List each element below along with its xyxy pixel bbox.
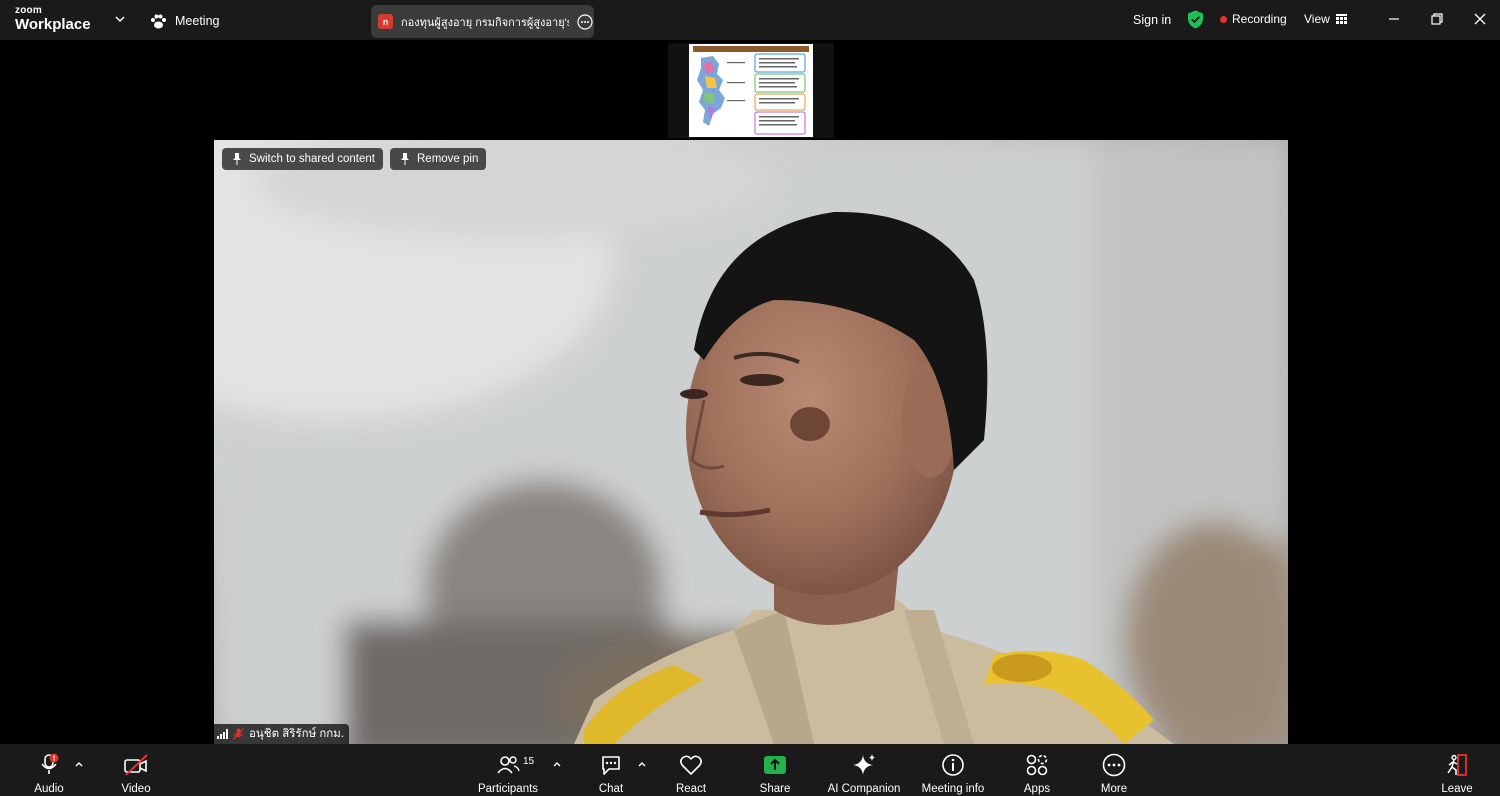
chat-button[interactable]: Chat [596, 744, 626, 796]
pinned-video-feed[interactable]: Switch to shared content Remove pin อนุช… [214, 140, 1288, 744]
recording-dot-icon [1220, 15, 1227, 23]
paw-icon [151, 14, 166, 28]
view-label: View [1304, 12, 1330, 26]
pin-icon [233, 153, 241, 165]
leave-label: Leave [1441, 783, 1473, 795]
share-button[interactable]: Share [758, 744, 792, 796]
video-label: Video [121, 783, 151, 795]
shared-screen-label: กองทุนผู้สูงอายุ กรมกิจการผู้สูงอายุ's s… [401, 16, 569, 29]
sign-in-button[interactable]: Sign in [1133, 0, 1171, 40]
react-label: React [675, 783, 707, 795]
remove-pin-button[interactable]: Remove pin [390, 148, 487, 170]
participant-count: 15 [523, 756, 535, 767]
switch-to-shared-content-label: Switch to shared content [249, 153, 375, 165]
leave-button[interactable]: Leave [1441, 744, 1473, 796]
document-image [693, 46, 809, 135]
switch-to-shared-content-button[interactable]: Switch to shared content [222, 148, 383, 170]
view-button[interactable]: View [1304, 0, 1347, 38]
sparkle-icon [853, 754, 875, 775]
audio-button[interactable]: Audio [33, 744, 65, 796]
chat-icon [602, 756, 620, 775]
info-icon [942, 754, 964, 776]
meeting-label: Meeting [175, 14, 220, 28]
more-label: More [1100, 783, 1128, 795]
apps-button[interactable]: Apps [1022, 744, 1052, 796]
chat-options-caret-icon[interactable] [637, 760, 647, 768]
ai-companion-label: AI Companion [827, 783, 901, 795]
shared-screen-tab[interactable]: ก กองทุนผู้สูงอายุ กรมกิจการผู้สูงอายุ's… [371, 5, 594, 38]
title-bar: zoom Workplace Meeting ก กองทุนผู้สูงอาย… [0, 0, 1500, 40]
brand-top-text: zoom [15, 5, 42, 16]
react-button[interactable]: React [675, 744, 707, 796]
meeting-info-button[interactable]: Meeting info [921, 744, 985, 796]
participants-label: Participants [477, 783, 539, 795]
participant-name-tag: อนุชิต สิริรักษ์ กกม. [214, 724, 350, 744]
recording-indicator[interactable]: Recording [1220, 0, 1287, 38]
more-options-icon[interactable] [577, 13, 593, 30]
shared-document-preview [689, 44, 813, 137]
brand-bottom-text: Workplace [15, 16, 91, 33]
share-label: Share [759, 783, 791, 795]
video-off-icon [124, 754, 148, 776]
shared-content-thumbnail[interactable] [668, 43, 834, 138]
leave-icon [1447, 754, 1467, 776]
audio-label: Audio [34, 783, 64, 795]
minimize-icon[interactable] [1386, 11, 1402, 27]
shield-check-icon[interactable] [1187, 10, 1204, 29]
zoom-workplace-logo[interactable]: zoom Workplace [15, 5, 91, 33]
restore-icon[interactable] [1429, 11, 1445, 27]
participants-options-caret-icon[interactable] [552, 760, 562, 768]
apps-icon [1026, 754, 1048, 776]
more-icon [1102, 753, 1126, 777]
participant-name: อนุชิต สิริรักษ์ กกม. [249, 728, 345, 740]
video-button[interactable]: Video [120, 744, 152, 796]
participants-icon [497, 756, 520, 774]
audio-options-caret-icon[interactable] [74, 760, 84, 768]
close-icon[interactable] [1472, 11, 1488, 27]
chevron-down-icon[interactable] [114, 13, 126, 25]
chat-label: Chat [598, 783, 624, 795]
more-button[interactable]: More [1099, 744, 1129, 796]
sharer-avatar: ก [378, 14, 393, 29]
microphone-icon [41, 753, 59, 774]
remove-pin-label: Remove pin [417, 153, 479, 165]
connection-signal-icon [217, 729, 228, 739]
grid-view-icon [1335, 14, 1347, 24]
meeting-info-label: Meeting info [921, 783, 985, 795]
share-screen-icon [764, 756, 786, 774]
participant-video-image [214, 140, 1288, 744]
meeting-toolbar: Audio Video Participants 15 Chat React S… [0, 744, 1500, 796]
muted-mic-icon [233, 728, 244, 740]
ai-companion-button[interactable]: AI Companion [828, 744, 900, 796]
meeting-tab[interactable]: Meeting [150, 11, 219, 31]
pin-icon [401, 153, 409, 165]
apps-label: Apps [1023, 783, 1051, 795]
participants-button[interactable]: Participants [478, 744, 538, 796]
heart-icon [680, 755, 702, 775]
recording-label: Recording [1232, 12, 1287, 26]
